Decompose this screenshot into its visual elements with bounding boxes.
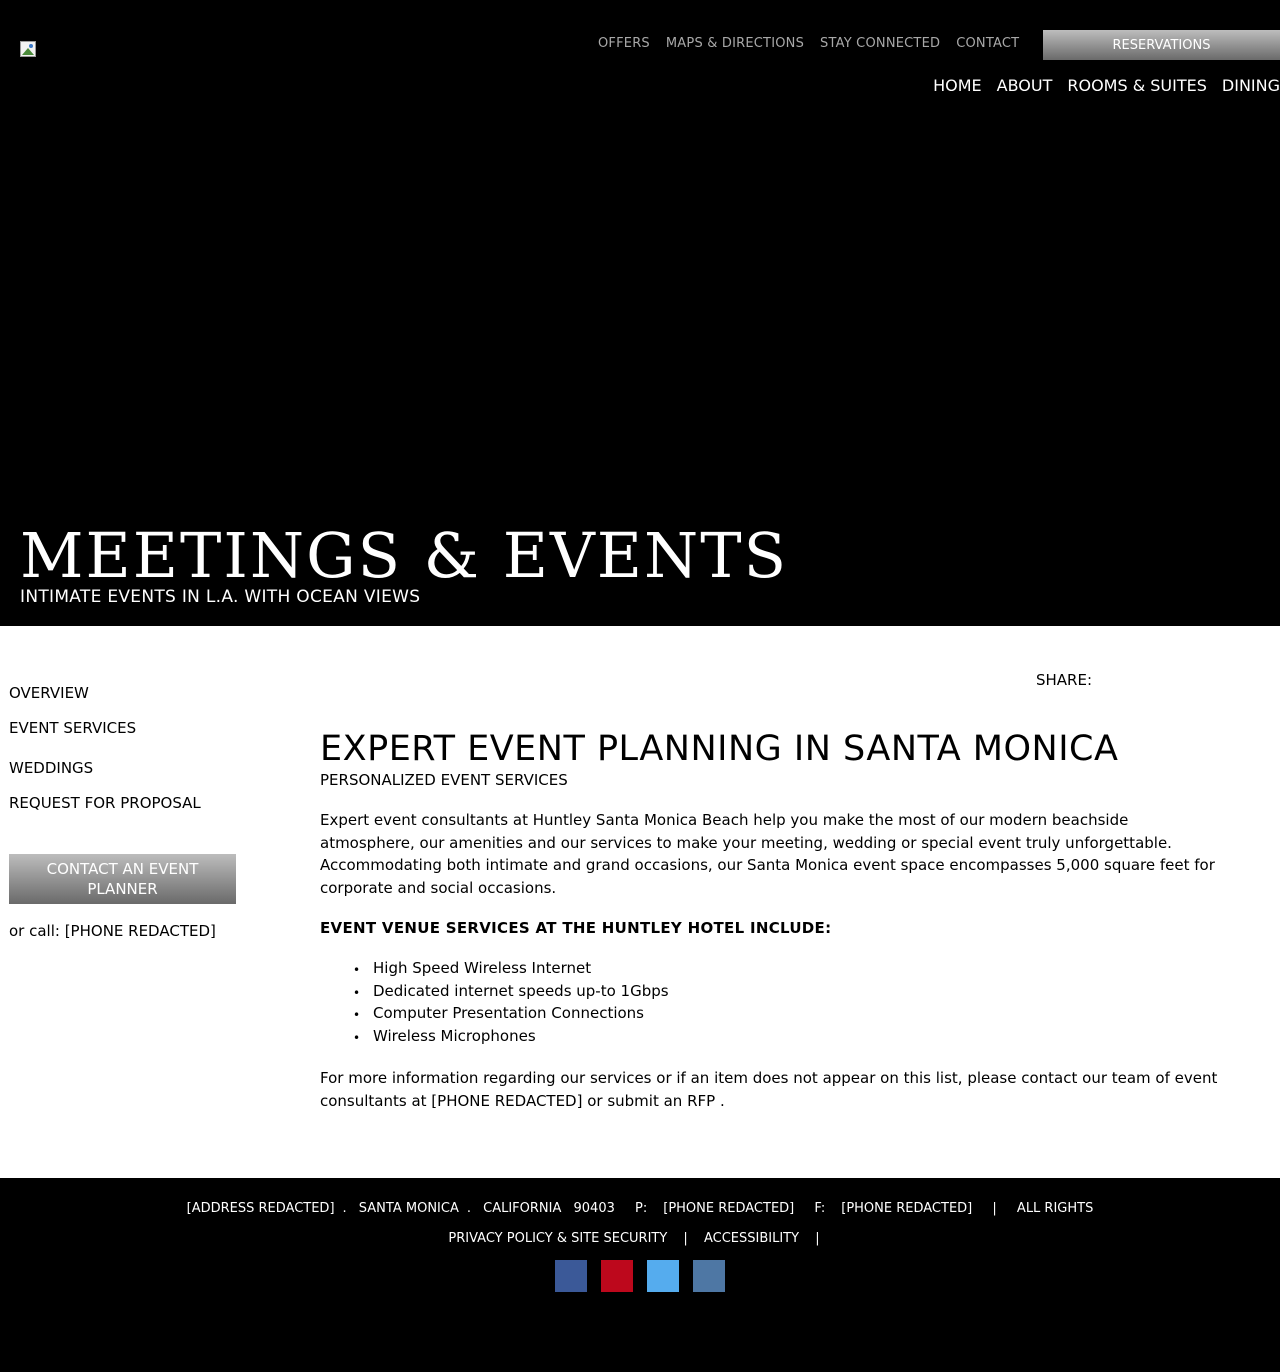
facebook-icon[interactable] — [555, 1260, 587, 1292]
hero-banner: OFFERS MAPS & DIRECTIONS STAY CONNECTED … — [0, 0, 1280, 626]
intro-paragraph: Expert event consultants at Huntley Sant… — [320, 811, 1215, 897]
main-content: EXPERT EVENT PLANNING IN SANTA MONICA PE… — [320, 728, 1220, 1112]
footer-phone: [PHONE REDACTED] — [663, 1201, 795, 1216]
more-info-paragraph: For more information regarding our servi… — [320, 1067, 1220, 1112]
util-nav-stay-connected[interactable]: STAY CONNECTED — [820, 36, 940, 51]
footer-separator: | — [683, 1231, 688, 1246]
sidebar-item-weddings[interactable]: WEDDINGS — [9, 759, 93, 777]
reservations-button[interactable]: RESERVATIONS — [1043, 30, 1280, 60]
content-heading: EXPERT EVENT PLANNING IN SANTA MONICA — [320, 729, 1119, 769]
footer-links-line: PRIVACY POLICY & SITE SECURITY | ACCESSI… — [0, 1231, 1280, 1246]
main-nav-about[interactable]: ABOUT — [997, 76, 1053, 95]
share-label: SHARE: — [1036, 671, 1093, 689]
util-nav-contact[interactable]: CONTACT — [956, 36, 1019, 51]
list-item: High Speed Wireless Internet — [353, 957, 1220, 981]
sidebar-item-request-for-proposal[interactable]: REQUEST FOR PROPOSAL — [9, 794, 201, 812]
main-nav: HOME ABOUT ROOMS & SUITES DINING — [933, 76, 1280, 95]
utility-nav: OFFERS MAPS & DIRECTIONS STAY CONNECTED … — [590, 36, 1027, 51]
accessibility-link[interactable]: ACCESSIBILITY — [704, 1231, 799, 1246]
footer-rights: ALL RIGHTS — [1016, 1201, 1094, 1216]
page-subtitle: INTIMATE EVENTS IN L.A. WITH OCEAN VIEWS — [20, 587, 421, 607]
main-nav-home[interactable]: HOME — [933, 76, 982, 95]
pinterest-icon[interactable] — [601, 1260, 633, 1292]
footer-zip: 90403 — [573, 1201, 615, 1216]
footer-address: [ADDRESS REDACTED] — [186, 1201, 335, 1216]
main-nav-rooms-suites[interactable]: ROOMS & SUITES — [1067, 76, 1207, 95]
services-heading: EVENT VENUE SERVICES AT THE HUNTLEY HOTE… — [320, 919, 832, 937]
content-subheading: PERSONALIZED EVENT SERVICES — [320, 771, 568, 789]
more-info-end: . — [715, 1091, 725, 1110]
sidebar-item-overview[interactable]: OVERVIEW — [9, 684, 89, 702]
page-title: MEETINGS & EVENTS — [20, 519, 789, 592]
contact-button-label-line2: PLANNER — [87, 880, 158, 898]
footer-separator: | — [815, 1231, 820, 1246]
linkedin-icon[interactable] — [693, 1260, 725, 1292]
more-info-text: For more information regarding our servi… — [320, 1069, 1218, 1110]
footer-state: CALIFORNIA — [483, 1201, 562, 1216]
twitter-icon[interactable] — [647, 1260, 679, 1292]
footer-fax: [PHONE REDACTED] — [841, 1201, 973, 1216]
util-nav-maps-directions[interactable]: MAPS & DIRECTIONS — [666, 36, 804, 51]
list-item: Wireless Microphones — [353, 1025, 1220, 1048]
footer-phone-label: P: — [635, 1201, 648, 1216]
privacy-policy-link[interactable]: PRIVACY POLICY & SITE SECURITY — [448, 1231, 667, 1246]
broken-image-icon[interactable] — [20, 41, 36, 57]
footer-fax-label: F: — [814, 1201, 826, 1216]
services-list: High Speed Wireless Internet Dedicated i… — [320, 957, 1220, 1049]
submit-rfp-link[interactable]: submit an RFP — [607, 1092, 715, 1110]
footer: [ADDRESS REDACTED]. SANTA MONICA. CALIFO… — [0, 1178, 1280, 1372]
main-nav-dining[interactable]: DINING — [1222, 76, 1280, 95]
list-item: Dedicated internet speeds up-to 1Gbps — [353, 980, 1220, 1003]
contact-event-planner-button[interactable]: CONTACT AN EVENT PLANNER — [9, 854, 236, 904]
util-nav-offers[interactable]: OFFERS — [598, 36, 650, 51]
social-links — [555, 1260, 725, 1292]
footer-address-line: [ADDRESS REDACTED]. SANTA MONICA. CALIFO… — [186, 1201, 1094, 1216]
list-item: Computer Presentation Connections — [353, 1002, 1220, 1026]
sidebar-item-event-services[interactable]: EVENT SERVICES — [9, 719, 136, 737]
footer-separator: | — [992, 1201, 997, 1216]
call-phone-text: or call: [PHONE REDACTED] — [9, 922, 216, 940]
contact-button-label-line1: CONTACT AN EVENT — [46, 860, 199, 878]
footer-city: SANTA MONICA — [358, 1201, 459, 1216]
